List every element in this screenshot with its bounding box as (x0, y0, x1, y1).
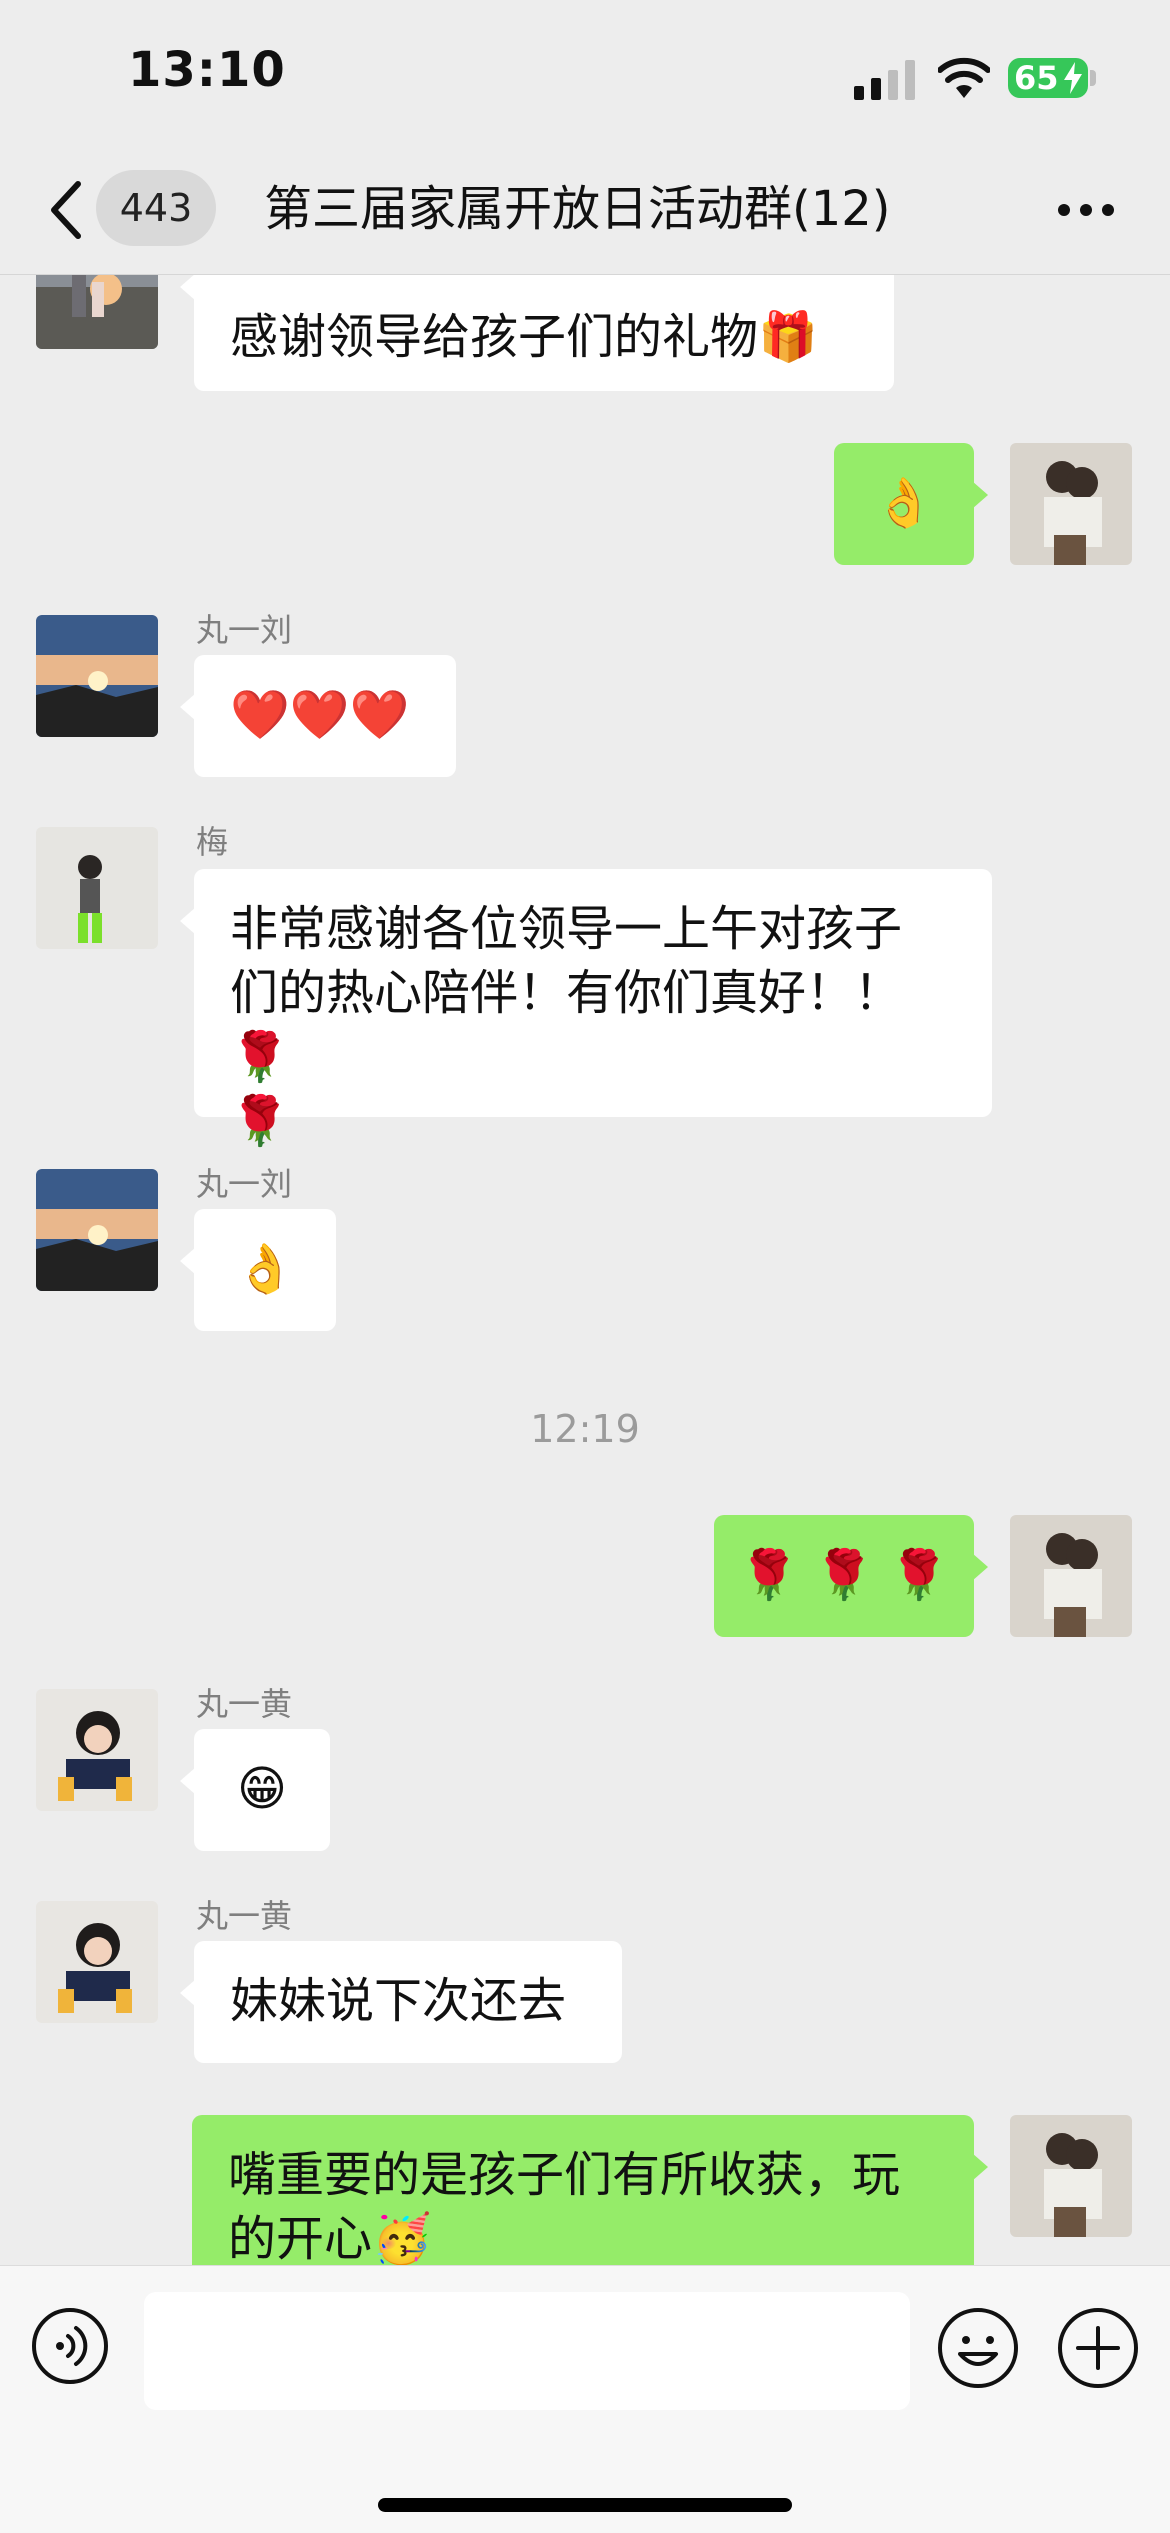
message-text-line: 🌹 (230, 1093, 290, 1149)
battery-level: 65 (1014, 59, 1059, 97)
home-indicator[interactable] (378, 2498, 792, 2512)
message-bubble[interactable]: 感谢领导给孩子们的礼物🎁 (180, 275, 894, 391)
more-dots-icon[interactable] (1056, 200, 1116, 220)
message-text: 👌 (874, 475, 934, 531)
battery-indicator: 65 (1008, 58, 1088, 98)
avatar[interactable] (1010, 1515, 1132, 1637)
unread-count-badge[interactable]: 443 (96, 170, 216, 246)
message-text: 😁 (236, 1761, 288, 1817)
message-list[interactable]: 感谢领导给孩子们的礼物🎁 👌 丸一刘 ❤️❤️❤️ 梅 非常感谢各位领导一上午对… (0, 275, 1170, 2265)
status-time: 13:10 (128, 42, 286, 98)
message-bubble[interactable]: 👌 (834, 443, 988, 565)
cellular-signal-icon (854, 60, 915, 100)
message-bubble[interactable]: 👌 (180, 1209, 336, 1331)
input-bar (0, 2265, 1170, 2533)
message-text: 妹妹说下次还去 (230, 1973, 567, 2029)
plus-icon[interactable] (1056, 2306, 1140, 2390)
avatar[interactable] (36, 615, 158, 737)
message-text: 🌹 🌹 🌹 (739, 1547, 949, 1603)
message-bubble[interactable]: 😁 (180, 1729, 330, 1851)
sender-name: 丸一刘 (196, 1165, 293, 1203)
sender-name: 丸一黄 (196, 1897, 293, 1935)
avatar[interactable] (36, 1901, 158, 2023)
wifi-icon (938, 57, 990, 98)
avatar[interactable] (36, 275, 158, 349)
message-text: 👌 (235, 1241, 295, 1297)
message-bubble[interactable]: 🌹 🌹 🌹 (714, 1515, 988, 1637)
chevron-left-icon[interactable] (46, 180, 86, 240)
sender-name: 丸一刘 (196, 611, 293, 649)
sender-name: 梅 (196, 823, 229, 861)
message-bubble[interactable]: 妹妹说下次还去 (180, 1941, 622, 2063)
avatar[interactable] (36, 827, 158, 949)
status-bar: 13:10 65 (0, 0, 1170, 150)
message-timestamp: 12:19 (530, 1407, 640, 1451)
battery-tip (1090, 70, 1096, 86)
message-text: 感谢领导给孩子们的礼物🎁 (230, 309, 818, 365)
message-text-line: 们的热心陪伴！有你们真好！！🌹 (230, 965, 903, 1085)
message-text-line: 非常感谢各位领导一上午对孩子 (230, 901, 903, 957)
emoji-icon[interactable] (936, 2306, 1020, 2390)
message-text: ❤️❤️❤️ (230, 687, 410, 743)
message-bubble[interactable]: 非常感谢各位领导一上午对孩子 们的热心陪伴！有你们真好！！🌹 🌹 (180, 869, 992, 1149)
avatar[interactable] (1010, 2115, 1132, 2237)
battery-charging-icon (1064, 62, 1082, 94)
message-text-line: 嘴重要的是孩子们有所收获，玩 (228, 2147, 901, 2203)
voice-icon[interactable] (30, 2306, 110, 2386)
chat-header: 443 第三届家属开放日活动群(12) (0, 150, 1170, 275)
message-input[interactable] (144, 2292, 910, 2410)
sender-name: 丸一黄 (196, 1685, 293, 1723)
message-bubble[interactable]: ❤️❤️❤️ (180, 655, 456, 777)
avatar[interactable] (1010, 443, 1132, 565)
avatar[interactable] (36, 1169, 158, 1291)
chat-title: 第三届家属开放日活动群(12) (264, 181, 891, 237)
message-bubble[interactable]: 嘴重要的是孩子们有所收获，玩 的开心🥳 (192, 2115, 988, 2265)
avatar[interactable] (36, 1689, 158, 1811)
message-text-line: 的开心🥳 (228, 2211, 432, 2265)
